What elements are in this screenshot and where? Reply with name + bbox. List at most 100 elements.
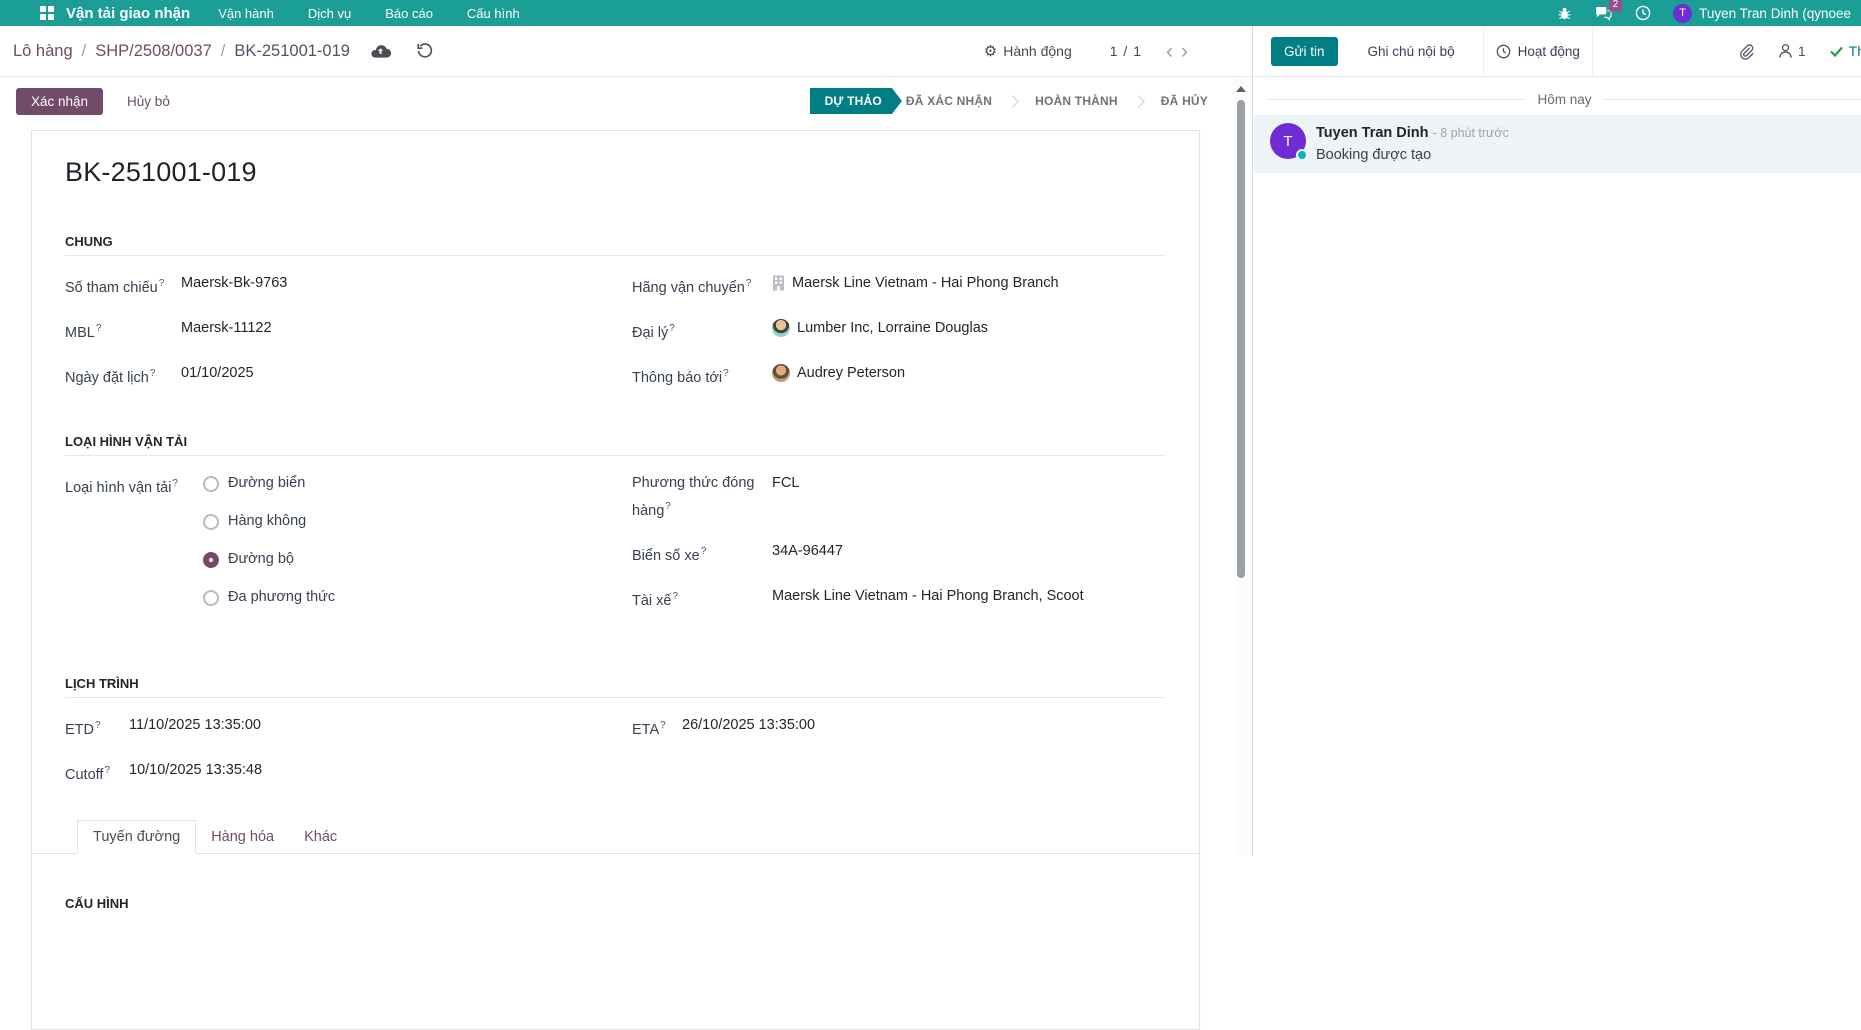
date-divider: Hôm nay [1254, 92, 1861, 107]
pager-next-icon[interactable]: › [1177, 41, 1192, 62]
menu-cau-hinh[interactable]: Cấu hình [467, 6, 520, 21]
field-value[interactable]: 34A-96447 [772, 540, 843, 568]
field-value[interactable]: FCL [772, 472, 799, 523]
radio-icon[interactable] [203, 514, 219, 530]
pager-previous-icon[interactable]: ‹ [1162, 41, 1177, 62]
messages-badge: 2 [1609, 0, 1623, 12]
breadcrumb-lo-hang[interactable]: Lô hàng [13, 42, 73, 61]
field-label: Biển số xe? [632, 540, 772, 568]
check-icon [1830, 46, 1843, 57]
user-name: Tuyen Tran Dinh (qynoee [1699, 6, 1851, 21]
field-label: Ngày đặt lịch? [65, 362, 181, 390]
message-avatar[interactable]: T [1270, 123, 1306, 159]
status-pill-da-xac-nhan[interactable]: ĐÃ XÁC NHẬN [902, 88, 996, 114]
user-avatar: T [1673, 4, 1692, 23]
field-mbl: MBL? Maersk-11122 [65, 317, 601, 345]
field-phuong-thuc-dong-hang: Phương thức đóng hàng? FCL [632, 472, 1166, 523]
log-note-button[interactable]: Ghi chú nội bộ [1356, 37, 1467, 66]
section-divider [65, 455, 1166, 456]
save-cloud-icon[interactable] [370, 43, 391, 59]
actions-button[interactable]: ⚙ Hành động [984, 42, 1072, 60]
followers-button[interactable]: 1 [1778, 43, 1806, 59]
section-title: LỊCH TRÌNH [65, 676, 1166, 691]
apps-grid-icon[interactable] [40, 6, 54, 20]
field-label: Thông báo tới? [632, 362, 772, 390]
field-label: Phương thức đóng hàng? [632, 472, 772, 523]
building-icon [772, 275, 785, 291]
partner-avatar [772, 364, 790, 382]
confirm-button[interactable]: Xác nhận [16, 88, 103, 115]
section-title: LOẠI HÌNH VẬN TẢI [65, 434, 1166, 449]
field-ngay-dat-lich: Ngày đặt lịch? 01/10/2025 [65, 362, 601, 390]
radio-icon[interactable] [203, 552, 219, 568]
attachments-button[interactable] [1737, 43, 1754, 60]
tab-hang-hoa[interactable]: Hàng hóa [196, 821, 289, 853]
status-pill-hoan-thanh[interactable]: HOÀN THÀNH [1031, 88, 1122, 114]
radio-duong-bien[interactable]: Đường biển [203, 472, 335, 495]
menu-van-hanh[interactable]: Vận hành [218, 6, 274, 21]
field-value[interactable]: Maersk Line Vietnam - Hai Phong Branch, … [772, 585, 1084, 613]
field-value[interactable]: 10/10/2025 13:35:48 [129, 759, 262, 787]
partner-avatar [772, 319, 790, 337]
field-so-tham-chieu: Số tham chiếu? Maersk-Bk-9763 [65, 272, 601, 300]
breadcrumb: Lô hàng / SHP/2508/0037 / BK-251001-019 [13, 42, 350, 61]
discard-undo-icon[interactable] [417, 43, 433, 59]
radio-hang-khong[interactable]: Hàng không [203, 510, 335, 533]
field-value: Lumber Inc, Lorraine Douglas [797, 317, 988, 340]
radio-icon[interactable] [203, 476, 219, 492]
field-cutoff: Cutoff? 10/10/2025 13:35:48 [65, 759, 601, 787]
vertical-scrollbar[interactable] [1234, 78, 1248, 856]
main-menu: Vận hành Dịch vụ Báo cáo Cấu hình [218, 6, 520, 21]
scrollbar-thumb[interactable] [1237, 100, 1245, 578]
menu-dich-vu[interactable]: Dịch vụ [308, 6, 351, 21]
following-button[interactable]: Th [1830, 43, 1861, 59]
menu-bao-cao[interactable]: Báo cáo [385, 6, 433, 21]
form-sheet: BK-251001-019 CHUNG Số tham chiếu? Maers… [31, 130, 1200, 1030]
tab-tuyen-duong[interactable]: Tuyến đường [77, 820, 196, 854]
radio-da-phuong-thuc[interactable]: Đa phương thức [203, 586, 335, 609]
section-transport-type: LOẠI HÌNH VẬN TẢI Loại hình vận tải? Đườ… [65, 434, 1166, 629]
field-label: MBL? [65, 317, 181, 345]
activities-clock-icon[interactable] [1634, 5, 1651, 22]
field-label: Cutoff? [65, 759, 129, 787]
field-value[interactable]: Maersk-Bk-9763 [181, 272, 287, 300]
send-message-button[interactable]: Gửi tin [1271, 37, 1338, 66]
cancel-button[interactable]: Hủy bỏ [119, 88, 178, 115]
chatter-pane: Gửi tin Ghi chú nội bộ Hoạt động 1 Th Hô… [1254, 26, 1861, 856]
pill-chevron-icon [1006, 95, 1019, 108]
tab-content: CẤU HÌNH [65, 896, 1166, 911]
field-value[interactable]: 26/10/2025 13:35:00 [682, 714, 815, 742]
message-timestamp: - 8 phút trước [1433, 126, 1509, 140]
breadcrumb-shipment[interactable]: SHP/2508/0037 [95, 42, 212, 61]
section-schedule: LỊCH TRÌNH ETD? 11/10/2025 13:35:00 Cuto… [65, 676, 1166, 804]
radio-duong-bo[interactable]: Đường bộ [203, 548, 335, 571]
chatter-toolbar: Gửi tin Ghi chú nội bộ Hoạt động 1 Th [1254, 26, 1861, 77]
field-loai-hinh-van-tai: Loại hình vận tải? Đường biển Hàng không [65, 472, 601, 609]
form-pane: Lô hàng / SHP/2508/0037 / BK-251001-019 … [0, 26, 1253, 856]
field-value[interactable]: 11/10/2025 13:35:00 [129, 714, 261, 742]
radio-icon[interactable] [203, 590, 219, 606]
field-thong-bao-toi: Thông báo tới? Audrey Peterson [632, 362, 1166, 390]
status-pill-da-huy[interactable]: ĐÃ HỦY [1157, 88, 1212, 114]
activity-button[interactable]: Hoạt động [1484, 37, 1592, 66]
field-value[interactable]: Maersk-11122 [181, 317, 272, 345]
breadcrumb-separator: / [82, 42, 87, 61]
status-pill-du-thao[interactable]: DỰ THẢO [810, 88, 902, 114]
field-label: Đại lý? [632, 317, 772, 345]
message-author[interactable]: Tuyen Tran Dinh [1316, 125, 1429, 141]
scrollbar-up-icon[interactable] [1236, 86, 1246, 92]
messages-icon[interactable]: 2 [1595, 5, 1612, 22]
field-value[interactable]: 01/10/2025 [181, 362, 254, 390]
tab-khac[interactable]: Khác [289, 821, 352, 853]
field-etd: ETD? 11/10/2025 13:35:00 [65, 714, 601, 742]
section-divider [65, 255, 1166, 256]
field-label: ETD? [65, 714, 129, 742]
field-label: Tài xế? [632, 585, 772, 613]
followers-count: 1 [1798, 43, 1806, 59]
field-value: Audrey Peterson [797, 362, 905, 385]
debug-bug-icon[interactable] [1556, 5, 1573, 22]
user-menu[interactable]: T Tuyen Tran Dinh (qynoee [1673, 4, 1851, 23]
record-title[interactable]: BK-251001-019 [65, 157, 1166, 188]
app-title[interactable]: Vận tải giao nhận [66, 5, 190, 22]
pager-counter: 1 / 1 [1110, 43, 1142, 59]
